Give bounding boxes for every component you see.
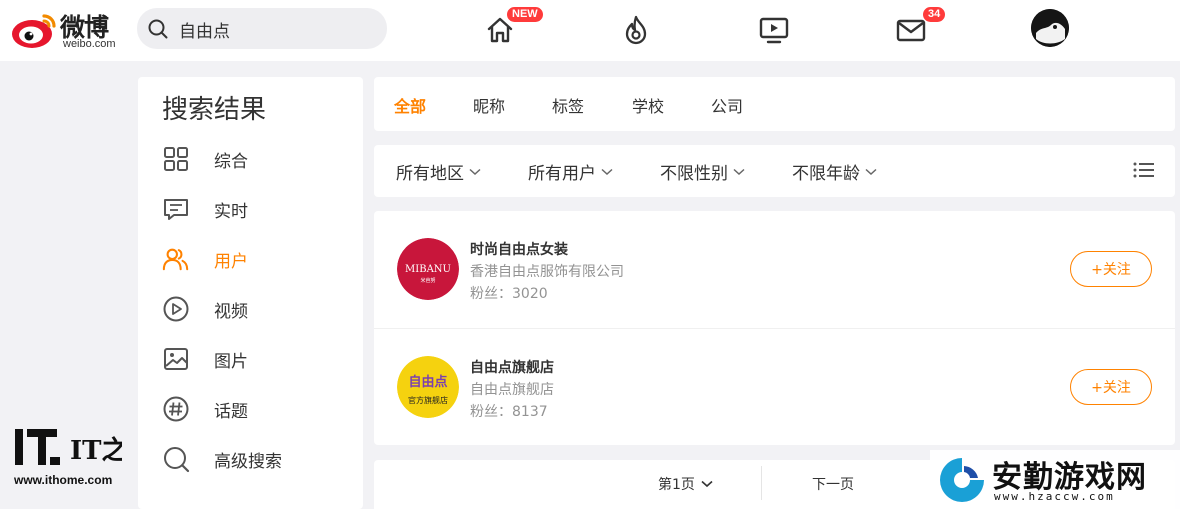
search-input[interactable]: [179, 16, 369, 42]
sidebar-item-video[interactable]: 视频: [162, 291, 352, 327]
new-badge: NEW: [507, 7, 543, 22]
filter-age[interactable]: 不限年龄: [792, 159, 877, 184]
follower-count: 粉丝：8137: [470, 404, 548, 420]
mail-icon: [896, 19, 926, 42]
chevron-down-icon: [601, 168, 613, 175]
sidebar-item-label: 话题: [214, 401, 248, 422]
search-result-sidebar: 搜索结果 综合 实时 用户 视频 图片 话题 高级搜索: [138, 77, 363, 509]
tab-school[interactable]: 学校: [632, 93, 664, 117]
weibo-eye-logo-icon: [12, 14, 56, 48]
chevron-down-icon: [865, 168, 877, 175]
chevron-down-icon: [469, 168, 481, 175]
svg-text:MIBANU: MIBANU: [405, 264, 451, 275]
svg-text:IT之家: IT之家: [70, 435, 122, 466]
hashtag-icon: [162, 395, 190, 423]
message-icon: [162, 195, 190, 223]
user-name[interactable]: 自由点旗舰店: [470, 357, 554, 377]
filter-label: 不限年龄: [792, 164, 860, 184]
chevron-down-icon: [733, 168, 745, 175]
logo-domain-text: weibo.com: [63, 38, 116, 50]
filter-label: 所有用户: [528, 164, 596, 184]
hzaccw-logo-icon: [940, 458, 984, 502]
sidebar-item-label: 用户: [214, 251, 248, 272]
chevron-down-icon: [701, 480, 713, 488]
ithome-watermark: IT之家 www.ithome.com: [12, 425, 154, 491]
hzaccw-url: www.hzaccw.com: [994, 490, 1115, 503]
tab-nickname[interactable]: 昵称: [473, 93, 505, 117]
sidebar-item-label: 视频: [214, 301, 248, 322]
search-icon: [162, 445, 190, 473]
sidebar-item-label: 综合: [214, 151, 248, 172]
svg-text:自由点: 自由点: [408, 374, 447, 390]
message-count-badge: 34: [923, 7, 946, 22]
sidebar-item-label: 高级搜索: [214, 451, 282, 472]
list-item[interactable]: MIBANU 米芭努 时尚自由点女装 香港自由点服饰有限公司 粉丝：3020 +…: [374, 211, 1175, 328]
sidebar-item-images[interactable]: 图片: [162, 341, 352, 377]
pager-divider: [761, 466, 762, 500]
filter-user-type[interactable]: 所有用户: [528, 159, 613, 184]
user-description: 香港自由点服饰有限公司: [470, 264, 624, 280]
weibo-logo[interactable]: 微博 weibo.com: [10, 6, 125, 52]
nav-hot[interactable]: [616, 10, 656, 50]
user-description: 自由点旗舰店: [470, 382, 554, 398]
user-avatar[interactable]: [1031, 9, 1069, 47]
users-icon: [162, 245, 190, 273]
play-icon: [162, 295, 190, 323]
search-icon: [148, 19, 168, 39]
sidebar-item-label: 图片: [214, 351, 248, 372]
follow-button[interactable]: +关注: [1070, 251, 1152, 287]
next-page-button[interactable]: 下一页: [812, 474, 854, 494]
sidebar-item-advanced-search[interactable]: 高级搜索: [162, 441, 352, 477]
filter-bar: 所有地区 所有用户 不限性别 不限年龄: [374, 145, 1175, 197]
tab-tags[interactable]: 标签: [552, 93, 584, 117]
grid-icon: [162, 145, 190, 173]
follow-button[interactable]: +关注: [1070, 369, 1152, 405]
sidebar-item-topics[interactable]: 话题: [162, 391, 352, 427]
sidebar-item-comprehensive[interactable]: 综合: [162, 141, 352, 177]
user-avatar[interactable]: 自由点 官方旗舰店: [397, 356, 459, 418]
user-avatar[interactable]: MIBANU 米芭努: [397, 238, 459, 300]
svg-text:官方旗舰店: 官方旗舰店: [408, 395, 448, 405]
search-bar[interactable]: [137, 8, 387, 49]
filter-gender[interactable]: 不限性别: [660, 159, 745, 184]
result-type-tabs: 全部 昵称 标签 学校 公司: [374, 77, 1175, 131]
filter-label: 所有地区: [396, 164, 464, 184]
ithome-logo: IT之家: [15, 429, 154, 466]
svg-text:米芭努: 米芭努: [420, 277, 435, 284]
follower-count: 粉丝：3020: [470, 286, 548, 302]
video-tv-icon: [759, 17, 789, 44]
list-view-icon[interactable]: [1133, 161, 1155, 179]
hot-flame-icon: [625, 15, 647, 45]
ziyoudian-logo-avatar: 自由点 官方旗舰店: [397, 356, 459, 418]
sidebar-title: 搜索结果: [162, 95, 267, 125]
user-result-list: MIBANU 米芭努 时尚自由点女装 香港自由点服饰有限公司 粉丝：3020 +…: [374, 211, 1175, 445]
user-name[interactable]: 时尚自由点女装: [470, 239, 568, 259]
current-page-label: 第1页: [658, 477, 695, 493]
sidebar-item-realtime[interactable]: 实时: [162, 191, 352, 227]
sidebar-item-label: 实时: [214, 201, 248, 222]
tab-company[interactable]: 公司: [711, 93, 743, 117]
filter-region[interactable]: 所有地区: [396, 159, 481, 184]
hzaccw-watermark: 安勤游戏网 www.hzaccw.com: [930, 450, 1180, 509]
mibanu-logo-avatar: MIBANU 米芭努: [397, 238, 459, 300]
avatar-image: [1031, 9, 1069, 47]
ithome-url: www.ithome.com: [14, 473, 113, 487]
list-item[interactable]: 自由点 官方旗舰店 自由点旗舰店 自由点旗舰店 粉丝：8137 +关注: [374, 328, 1175, 445]
sidebar-item-users[interactable]: 用户: [162, 241, 352, 277]
top-nav-bar: 微博 weibo.com NEW 34: [0, 0, 1180, 61]
filter-label: 不限性别: [660, 164, 728, 184]
image-icon: [162, 345, 190, 373]
page-select[interactable]: 第1页: [658, 474, 713, 494]
nav-video[interactable]: [754, 10, 794, 50]
tab-all[interactable]: 全部: [394, 93, 426, 117]
